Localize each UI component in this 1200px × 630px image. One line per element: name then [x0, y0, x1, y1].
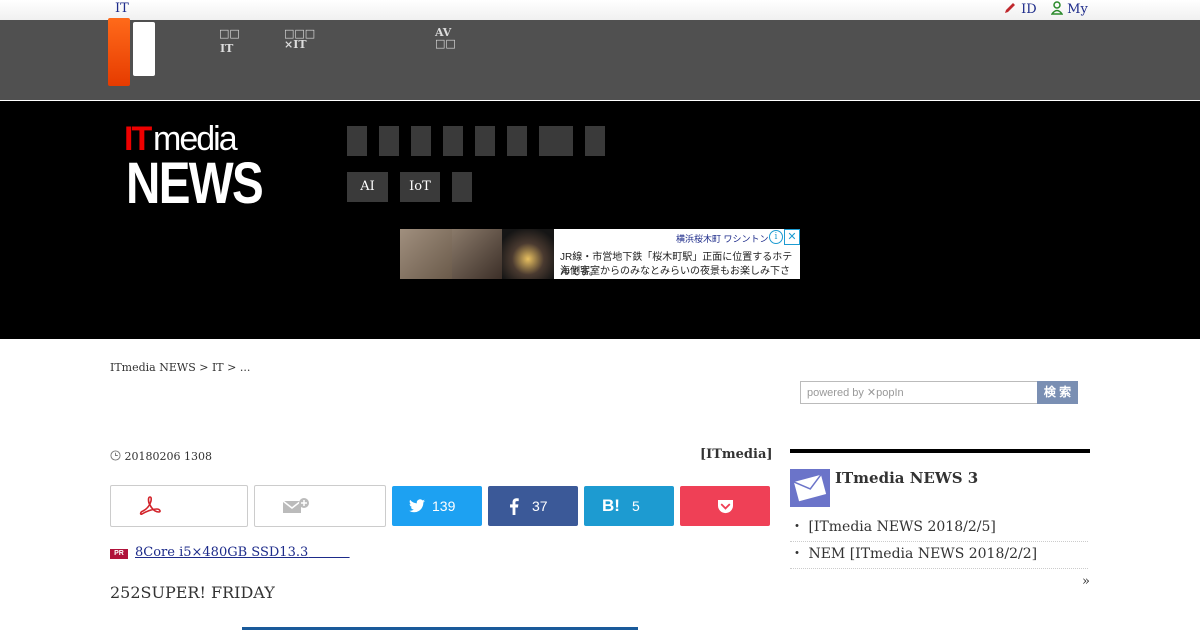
- sidebar-title: ITmedia NEWS 3: [835, 469, 979, 487]
- category-tab-5[interactable]: [475, 126, 495, 156]
- article-lead: 252SUPER! FRIDAY: [110, 583, 275, 602]
- pencil-icon: [1005, 3, 1015, 13]
- category-tab-1[interactable]: [347, 126, 367, 156]
- global-nav-item-1-line1: □□: [219, 27, 240, 40]
- sidebar-rule: [790, 449, 1090, 453]
- facebook-share-count: 37: [532, 498, 548, 514]
- global-nav: [0, 20, 1200, 100]
- search-placeholder: powered by ✕popIn: [807, 387, 904, 399]
- ad-photo-lobby: [400, 229, 452, 279]
- category-tab-ai[interactable]: AI: [347, 172, 388, 202]
- ad-photo-nightview: [502, 229, 554, 279]
- id-link[interactable]: ID: [1003, 1, 1037, 17]
- twitter-icon: [409, 499, 425, 513]
- breadcrumb[interactable]: ITmedia NEWS > IT > ...: [110, 361, 250, 374]
- mail-add-icon: [283, 498, 309, 513]
- global-nav-item-1[interactable]: □□ IT: [219, 28, 240, 54]
- my-link-label: My: [1067, 2, 1088, 17]
- ad-brand: 横浜桜木町 ワシントン: [676, 234, 769, 244]
- search-button[interactable]: 検 索: [1037, 381, 1078, 404]
- category-tab-7[interactable]: [539, 126, 573, 156]
- hatena-bookmark-button[interactable]: B! 5: [584, 486, 674, 526]
- ad-line-2: 海側客室からのみなとみらいの夜景もお楽しみ下さい。: [560, 266, 790, 277]
- category-tab-3[interactable]: [411, 126, 431, 156]
- category-tab-8[interactable]: [585, 126, 605, 156]
- id-link-label: ID: [1021, 2, 1037, 17]
- category-tab-4[interactable]: [443, 126, 463, 156]
- sidebar-more-link[interactable]: »: [1082, 574, 1090, 589]
- itmedia-logo-mark[interactable]: [108, 18, 130, 86]
- clock-icon: [110, 450, 121, 461]
- category-tab-extra[interactable]: [452, 172, 472, 202]
- global-nav-item-3[interactable]: AV □□: [435, 27, 456, 49]
- category-tab-2[interactable]: [379, 126, 399, 156]
- top-utility-bar: IT ID My: [0, 0, 1200, 21]
- global-nav-item-3-line2: □□: [435, 37, 456, 50]
- category-tab-6[interactable]: [507, 126, 527, 156]
- logo-news-text[interactable]: NEWS: [126, 150, 264, 217]
- mail-icon: [790, 469, 830, 507]
- twitter-share-button[interactable]: 139: [392, 486, 482, 526]
- mail-share-button[interactable]: [254, 485, 386, 527]
- pr-link-text: 8Core i5×480GB SSD13.3: [135, 545, 309, 560]
- utility-link-it[interactable]: IT: [115, 1, 129, 16]
- pr-link[interactable]: 8Core i5×480GB SSD13.3: [135, 545, 350, 560]
- itmedia-logo-mark-white: [133, 22, 155, 76]
- sidebar-list-item[interactable]: ・ [ITmedia NEWS 2018/2/5]: [790, 516, 1088, 542]
- author-credit: [ITmedia]: [700, 447, 773, 462]
- user-icon: [1050, 1, 1064, 15]
- ad-banner[interactable]: 横浜桜木町 ワシントン JR線・市営地下鉄「桜木町駅」正面に位置するホテルです。…: [400, 229, 800, 279]
- pocket-icon: [718, 499, 733, 514]
- my-link[interactable]: My: [1050, 1, 1088, 17]
- search-input[interactable]: powered by ✕popIn: [800, 381, 1038, 404]
- publish-date-text: 20180206 1308: [124, 450, 212, 463]
- global-nav-item-1-line2: IT: [220, 42, 234, 55]
- ad-photo-room: [452, 229, 502, 279]
- facebook-share-button[interactable]: 37: [488, 486, 578, 526]
- publish-date: 20180206 1308: [110, 450, 212, 463]
- ad-close-icon[interactable]: ✕: [784, 229, 800, 245]
- hatena-icon: B!: [602, 496, 620, 515]
- hatena-bookmark-count: 5: [632, 498, 640, 514]
- global-nav-item-2[interactable]: □□□ ×IT: [284, 28, 315, 50]
- sidebar-list-item[interactable]: ・ NEM [ITmedia NEWS 2018/2/2]: [790, 543, 1088, 569]
- global-nav-item-2-line2: ×IT: [284, 38, 307, 51]
- category-tab-iot[interactable]: IoT: [400, 172, 440, 202]
- twitter-share-count: 139: [432, 498, 456, 514]
- facebook-icon: [510, 498, 519, 515]
- pdf-icon: [139, 496, 161, 515]
- pocket-button[interactable]: [680, 486, 770, 526]
- pdf-button[interactable]: [110, 485, 248, 527]
- ad-info-icon[interactable]: i: [769, 230, 783, 244]
- pr-badge: PR: [110, 549, 128, 559]
